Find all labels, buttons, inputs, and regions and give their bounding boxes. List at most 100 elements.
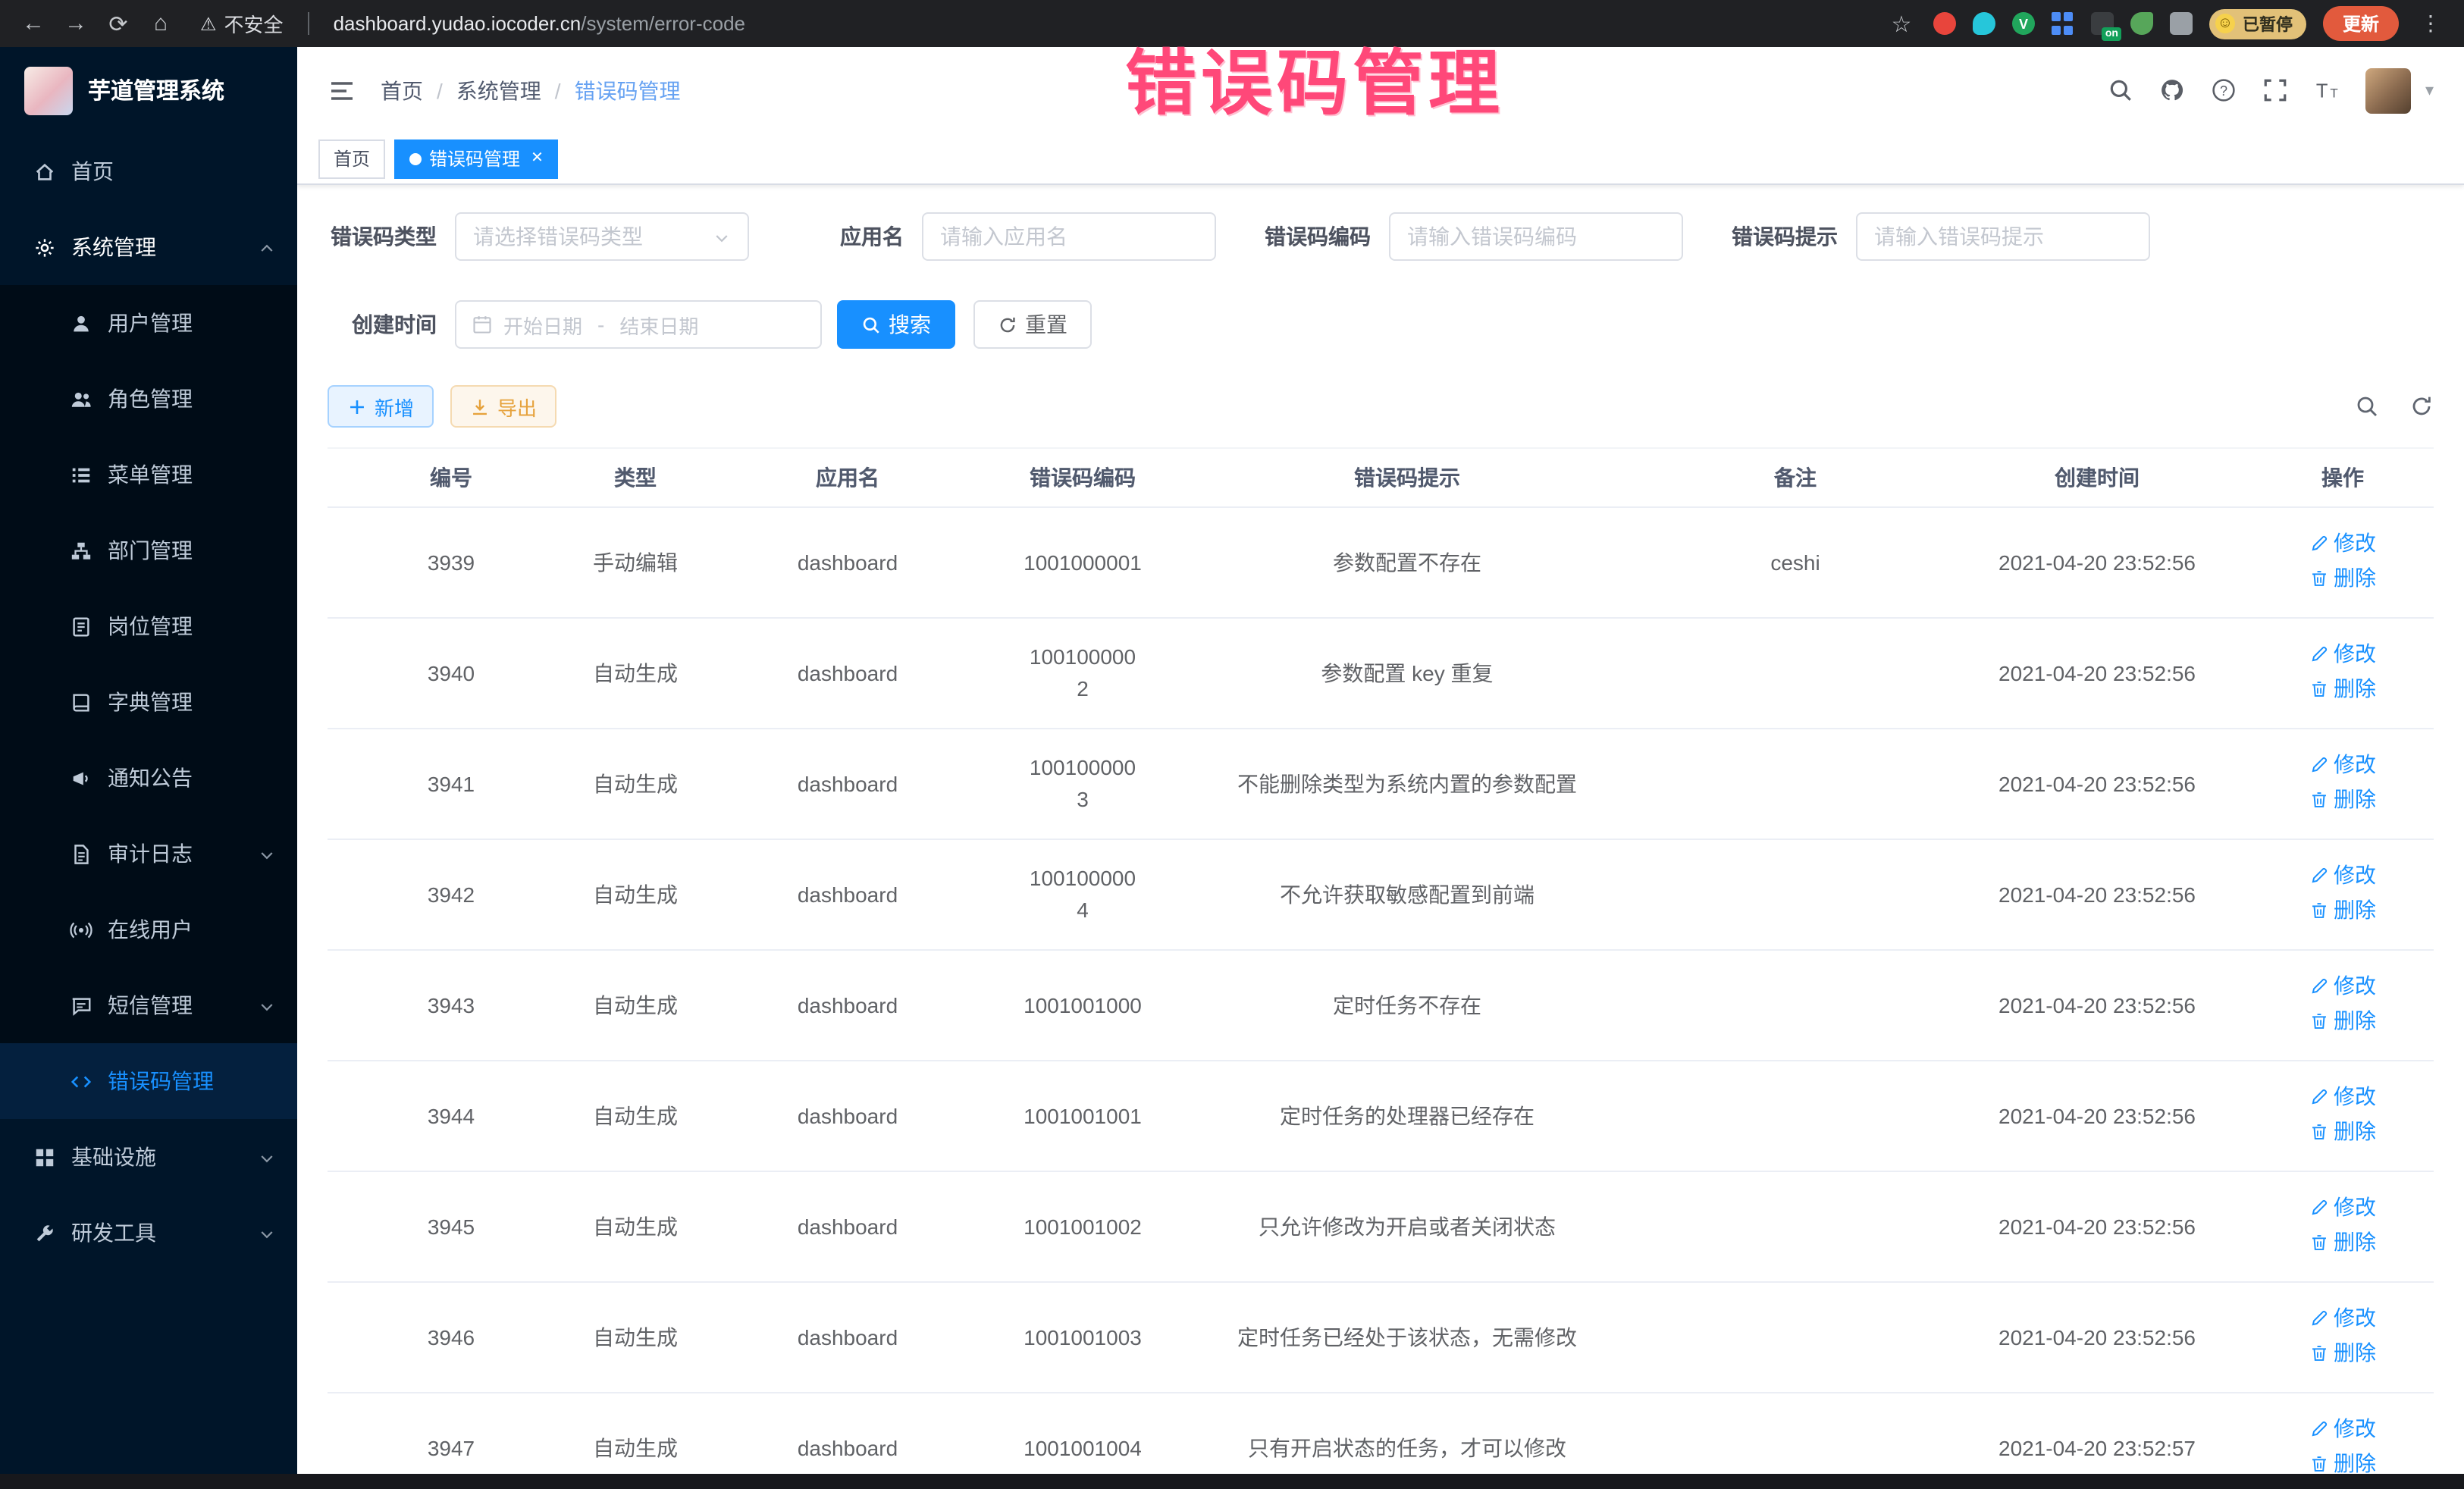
row-remark (1648, 1393, 1942, 1474)
add-label: 新增 (375, 392, 414, 421)
menu-fold-icon[interactable] (328, 78, 356, 102)
sidebar-item-infra[interactable]: 基础设施 (0, 1119, 297, 1195)
row-message: 定时任务不存在 (1166, 950, 1648, 1061)
sidebar-item-label: 错误码管理 (108, 1066, 214, 1096)
sidebar-item-audit[interactable]: 审计日志 (0, 816, 297, 892)
sidebar-item-label: 通知公告 (108, 763, 193, 793)
app-name-input[interactable] (922, 212, 1216, 261)
col-code: 错误码编码 (999, 448, 1166, 507)
github-icon[interactable] (2160, 77, 2186, 103)
sidebar-item-label: 审计日志 (108, 839, 193, 869)
search-button[interactable]: 搜索 (837, 300, 955, 349)
help-icon[interactable]: ? (2212, 77, 2237, 103)
edit-link[interactable]: 修改 (2309, 1302, 2376, 1334)
extensions-puzzle-icon[interactable] (2170, 12, 2193, 35)
security-indicator[interactable]: ⚠ 不安全 (200, 9, 284, 38)
delete-link[interactable]: 删除 (2309, 1227, 2376, 1259)
error-type-select[interactable]: 请选择错误码类型 (455, 212, 749, 261)
toggle-search-icon[interactable] (2355, 394, 2379, 418)
svg-text:?: ? (2221, 83, 2228, 99)
reload-icon[interactable]: ⟳ (103, 10, 133, 37)
row-message: 定时任务的处理器已经存在 (1166, 1061, 1648, 1171)
sidebar-item-notice[interactable]: 通知公告 (0, 740, 297, 816)
caret-down-icon[interactable]: ▾ (2425, 80, 2434, 100)
edit-link[interactable]: 修改 (2309, 1081, 2376, 1113)
search-label: 搜索 (889, 309, 931, 340)
edit-link[interactable]: 修改 (2309, 860, 2376, 892)
sidebar-item-home[interactable]: 首页 (0, 133, 297, 209)
row-app: dashboard (696, 618, 999, 729)
tab-home[interactable]: 首页 (318, 139, 385, 178)
user-avatar[interactable] (2366, 67, 2412, 113)
tab-error-code[interactable]: 错误码管理 ✕ (394, 139, 559, 178)
refresh-table-icon[interactable] (2409, 394, 2434, 418)
export-button[interactable]: 导出 (450, 385, 556, 428)
row-type: 自动生成 (575, 618, 696, 729)
col-created: 创建时间 (1942, 448, 2252, 507)
sidebar-item-system[interactable]: 系统管理 (0, 209, 297, 285)
extension-v-icon[interactable]: V (2012, 12, 2035, 35)
delete-link[interactable]: 删除 (2309, 1448, 2376, 1474)
error-hint-input[interactable] (1856, 212, 2150, 261)
sidebar-item-user[interactable]: 用户管理 (0, 285, 297, 361)
search-icon[interactable] (2108, 77, 2134, 103)
edit-link[interactable]: 修改 (2309, 638, 2376, 670)
error-code-input[interactable] (1389, 212, 1683, 261)
sidebar-item-dict[interactable]: 字典管理 (0, 664, 297, 740)
delete-link[interactable]: 删除 (2309, 1337, 2376, 1369)
edit-link[interactable]: 修改 (2309, 1413, 2376, 1445)
back-icon[interactable]: ← (18, 11, 49, 36)
delete-link[interactable]: 删除 (2309, 1116, 2376, 1148)
sidebar-item-label: 菜单管理 (108, 459, 193, 490)
extension-red-dot-icon[interactable] (1933, 12, 1956, 35)
edit-icon (2309, 755, 2329, 775)
browser-home-icon[interactable]: ⌂ (146, 11, 176, 36)
add-button[interactable]: 新增 (328, 385, 434, 428)
delete-link[interactable]: 删除 (2309, 673, 2376, 705)
edit-link[interactable]: 修改 (2309, 528, 2376, 560)
delete-link[interactable]: 删除 (2309, 784, 2376, 816)
row-type: 自动生成 (575, 839, 696, 950)
extension-leaf-icon[interactable] (2130, 12, 2153, 35)
app-logo-row[interactable]: 芋道管理系统 (0, 47, 297, 133)
svg-text:T: T (2317, 81, 2329, 102)
sidebar-item-label: 字典管理 (108, 687, 193, 717)
delete-link[interactable]: 删除 (2309, 895, 2376, 926)
sidebar-item-dept[interactable]: 部门管理 (0, 513, 297, 588)
breadcrumb-home[interactable]: 首页 (381, 75, 423, 105)
reset-button[interactable]: 重置 (973, 300, 1092, 349)
kebab-menu-icon[interactable]: ⋮ (2415, 11, 2446, 36)
close-icon[interactable]: ✕ (531, 150, 544, 167)
fullscreen-icon[interactable] (2263, 77, 2289, 103)
delete-link[interactable]: 删除 (2309, 563, 2376, 594)
chat-icon (70, 994, 92, 1017)
sidebar-item-error-code[interactable]: 错误码管理 (0, 1043, 297, 1119)
sidebar-item-online[interactable]: 在线用户 (0, 892, 297, 967)
date-range-picker[interactable]: 开始日期 - 结束日期 (455, 300, 822, 349)
extension-grid-icon[interactable] (2052, 12, 2074, 35)
forward-icon[interactable]: → (61, 11, 91, 36)
extension-switch-icon[interactable]: on (2091, 12, 2114, 35)
edit-label: 修改 (2334, 970, 2376, 1002)
edit-link[interactable]: 修改 (2309, 1192, 2376, 1224)
edit-link[interactable]: 修改 (2309, 970, 2376, 1002)
breadcrumb-system[interactable]: 系统管理 (456, 75, 541, 105)
sidebar-item-post[interactable]: 岗位管理 (0, 588, 297, 664)
sidebar-item-devtools[interactable]: 研发工具 (0, 1195, 297, 1271)
delete-link[interactable]: 删除 (2309, 1005, 2376, 1037)
table-tools (2355, 394, 2434, 418)
extension-drop-icon[interactable] (1973, 12, 1995, 35)
sidebar-item-role[interactable]: 角色管理 (0, 361, 297, 437)
address-bar[interactable]: dashboard.yudao.iocoder.cn/system/error-… (334, 12, 745, 35)
profile-paused-badge[interactable]: ☺ 已暂停 (2209, 8, 2306, 39)
filter-form-row-1: 错误码类型 请选择错误码类型 应用名 错误码编码 错误码提示 (328, 212, 2434, 261)
edit-link[interactable]: 修改 (2309, 749, 2376, 781)
on-badge: on (2102, 27, 2121, 41)
security-label: 不安全 (224, 9, 284, 38)
update-button[interactable]: 更新 (2323, 6, 2399, 41)
delete-icon (2309, 1233, 2329, 1252)
font-size-icon[interactable]: TT (2315, 77, 2340, 103)
sidebar-item-menu[interactable]: 菜单管理 (0, 437, 297, 513)
sidebar-item-sms[interactable]: 短信管理 (0, 967, 297, 1043)
bookmark-star-icon[interactable]: ☆ (1886, 10, 1917, 37)
